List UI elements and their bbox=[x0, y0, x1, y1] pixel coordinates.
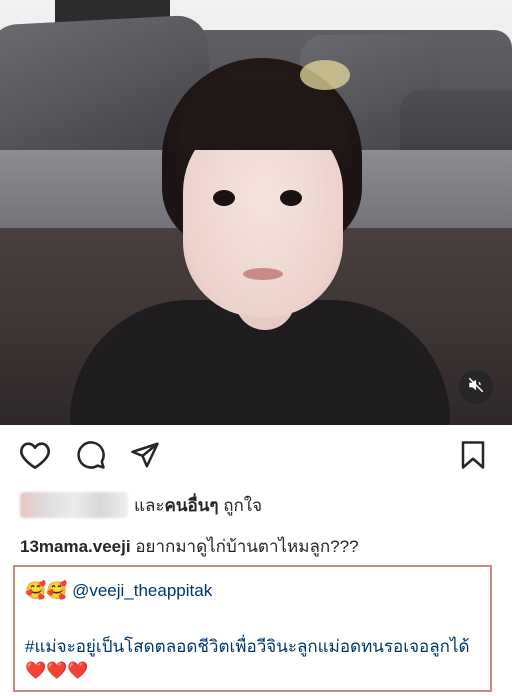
hashtag-link[interactable]: #แม่จะอยู่เป็นโสดตลอดชีวิตเพื่อวีจินะลูก… bbox=[25, 637, 470, 656]
child-eye-right bbox=[280, 190, 302, 206]
heart-icon bbox=[19, 440, 51, 475]
child-mouth bbox=[243, 268, 283, 280]
likes-summary[interactable]: และคนอื่นๆ ถูกใจ bbox=[134, 492, 262, 519]
comment-icon bbox=[76, 440, 106, 475]
bookmark-icon bbox=[459, 440, 487, 475]
child-photo bbox=[0, 0, 512, 425]
mention-line: 🥰🥰 @veeji_theappitak bbox=[25, 581, 212, 601]
paper-plane-icon bbox=[130, 440, 160, 475]
share-button[interactable] bbox=[128, 440, 162, 474]
blurred-liker-avatars bbox=[20, 492, 128, 518]
child-bangs bbox=[178, 80, 348, 150]
smiling-hearts-emoji: 🥰🥰 bbox=[25, 581, 68, 600]
save-button[interactable] bbox=[456, 440, 490, 474]
caption-highlight-box: 🥰🥰 @veeji_theappitak #แม่จะอยู่เป็นโสดตล… bbox=[13, 565, 492, 692]
speaker-muted-icon bbox=[467, 376, 485, 399]
likes-liked-text: ถูกใจ bbox=[218, 495, 263, 515]
post-caption: 13mama.veeji อยากมาดูไก่บ้านตาไหมลูก??? bbox=[20, 533, 359, 560]
likes-row: และคนอื่นๆ ถูกใจ bbox=[20, 490, 262, 520]
mute-button[interactable] bbox=[459, 370, 493, 404]
like-button[interactable] bbox=[18, 440, 52, 474]
post-actions bbox=[0, 434, 512, 480]
caption-text: อยากมาดูไก่บ้านตาไหมลูก??? bbox=[130, 537, 359, 556]
likes-others-link[interactable]: คนอื่นๆ bbox=[165, 496, 219, 515]
child-eye-left bbox=[213, 190, 235, 206]
comment-button[interactable] bbox=[74, 440, 108, 474]
post-media[interactable] bbox=[0, 0, 512, 425]
child-hairclip bbox=[300, 60, 350, 90]
likes-and-text: และ bbox=[134, 495, 165, 515]
caption-username[interactable]: 13mama.veeji bbox=[20, 537, 131, 556]
hashtag-line: #แม่จะอยู่เป็นโสดตลอดชีวิตเพื่อวีจินะลูก… bbox=[25, 635, 485, 683]
red-hearts-emoji: ❤️❤️❤️ bbox=[25, 661, 89, 680]
mention-link[interactable]: @veeji_theappitak bbox=[72, 581, 212, 600]
